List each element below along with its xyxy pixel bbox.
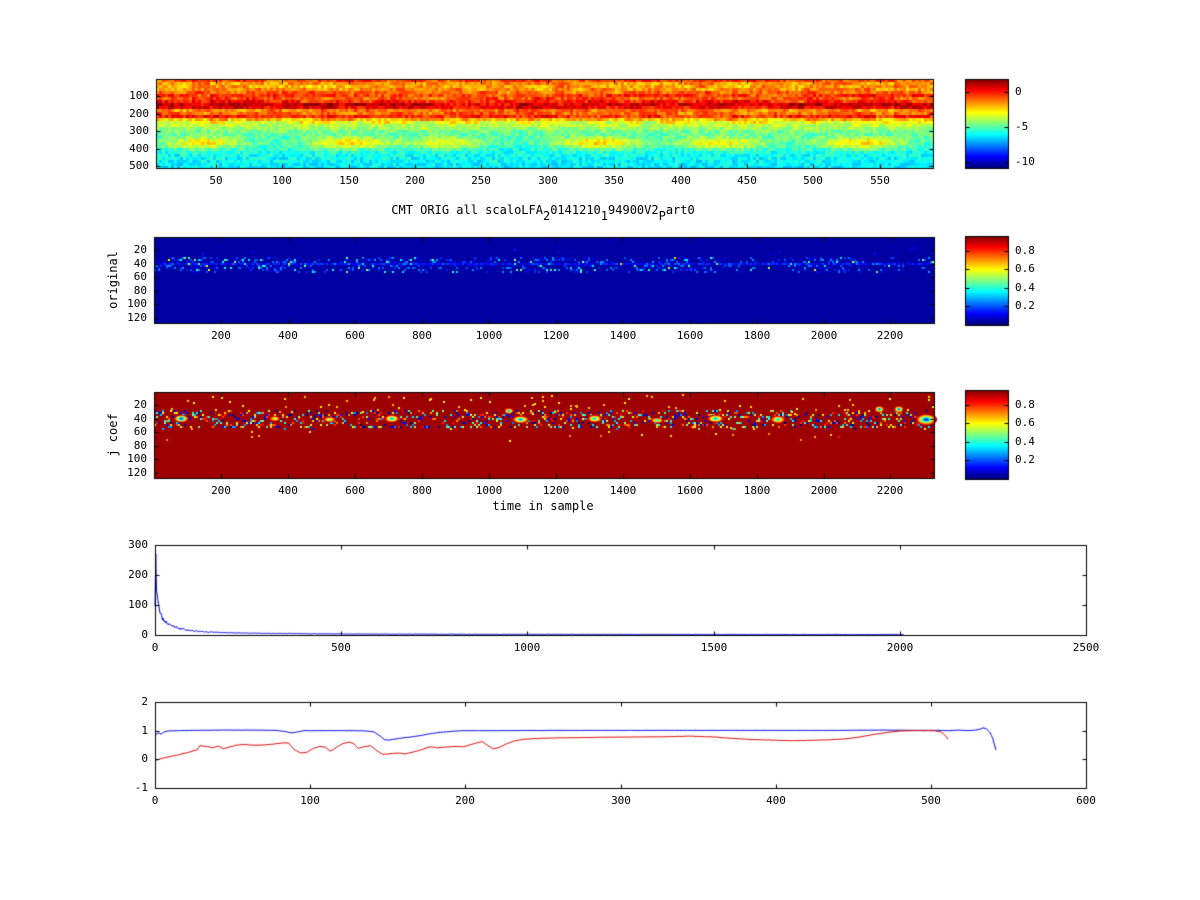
tick-label: 1600 (676, 329, 704, 342)
tick-label: 1800 (743, 484, 771, 497)
tick-label: 1400 (609, 329, 637, 342)
tick-label: 400 (278, 329, 298, 342)
tick-label: 600 (345, 484, 365, 497)
tick-label: 200 (405, 174, 425, 187)
tick-label: 2200 (876, 484, 904, 497)
tick-label: 60 (133, 425, 147, 438)
tick-label: 0 (1015, 85, 1022, 98)
tick-label: 1000 (475, 484, 503, 497)
title-segment: art0 (665, 203, 695, 217)
tick-label: -1 (134, 781, 148, 794)
tick-label: 1 (141, 724, 148, 737)
tick-label: 1400 (609, 484, 637, 497)
tick-label: 1800 (743, 329, 771, 342)
tick-label: 0.6 (1015, 416, 1035, 429)
title-segment: 94900V2 (608, 203, 659, 217)
tick-label: 800 (412, 329, 432, 342)
tick-label: 60 (133, 270, 147, 283)
tick-label: 500 (129, 159, 149, 172)
tick-label: 0 (141, 628, 148, 641)
tick-label: 1200 (542, 484, 570, 497)
tick-label: 1000 (475, 329, 503, 342)
tick-label: 2 (141, 695, 148, 708)
tick-label: 200 (455, 794, 475, 807)
tick-label: 100 (300, 794, 320, 807)
title-segment: 0141210 (550, 203, 601, 217)
title-segment: CMT ORIG all scaloLFA (391, 203, 543, 217)
tick-label: 200 (211, 484, 231, 497)
tick-label: 100 (127, 297, 147, 310)
tick-label: 0 (151, 641, 159, 654)
tick-label: 500 (803, 174, 823, 187)
tick-label: 50 (209, 174, 223, 187)
tick-label: 2000 (810, 329, 838, 342)
tick-label: 80 (133, 284, 147, 297)
tick-label: 400 (129, 142, 149, 155)
tick-label: 300 (129, 124, 149, 137)
tick-label: 200 (129, 107, 149, 120)
tick-label: 600 (1076, 794, 1096, 807)
tick-label: 300 (611, 794, 631, 807)
tick-label: 0 (141, 752, 148, 765)
tick-label: -5 (1015, 120, 1029, 133)
tick-label: 0 (151, 794, 159, 807)
tick-label: 20 (133, 243, 147, 256)
tick-label: 2500 (1072, 641, 1100, 654)
tick-label: 0.8 (1015, 398, 1035, 411)
tick-label: 450 (737, 174, 757, 187)
tick-label: 350 (604, 174, 624, 187)
tick-label: 100 (127, 452, 147, 465)
plots-canvas (0, 0, 1200, 900)
tick-label: 400 (766, 794, 786, 807)
tick-label: 0.6 (1015, 262, 1035, 275)
tick-label: 120 (127, 311, 147, 324)
tick-label: 400 (671, 174, 691, 187)
tick-label: 100 (128, 598, 148, 611)
tick-label: 40 (133, 412, 147, 425)
tick-label: 550 (870, 174, 890, 187)
tick-label: 2000 (886, 641, 914, 654)
tick-label: 1600 (676, 484, 704, 497)
tick-label: -10 (1015, 155, 1035, 168)
tick-label: 300 (128, 538, 148, 551)
tick-label: 100 (272, 174, 292, 187)
tick-label: 1200 (542, 329, 570, 342)
title-subscript: 1 (600, 209, 609, 223)
tick-label: 100 (129, 89, 149, 102)
tick-label: 250 (471, 174, 491, 187)
title-subscript: P (658, 209, 666, 223)
tick-label: 20 (133, 398, 147, 411)
tick-label: 2000 (810, 484, 838, 497)
tick-label: 0.2 (1015, 453, 1035, 466)
tick-label: 0.4 (1015, 281, 1035, 294)
tick-label: 1500 (700, 641, 728, 654)
tick-label: 0.2 (1015, 299, 1035, 312)
tick-label: 2200 (876, 329, 904, 342)
tick-label: 40 (133, 257, 147, 270)
tick-label: 200 (211, 329, 231, 342)
tick-label: 120 (127, 466, 147, 479)
matlab-figure: CMT ORIG all scaloLFA20141210194900V2Par… (0, 0, 1200, 900)
tick-label: 150 (339, 174, 359, 187)
tick-label: 0.4 (1015, 435, 1035, 448)
tick-label: 80 (133, 439, 147, 452)
tick-label: 800 (412, 484, 432, 497)
tick-label: 500 (921, 794, 941, 807)
tick-label: 500 (331, 641, 351, 654)
tick-label: 400 (278, 484, 298, 497)
tick-label: 1000 (513, 641, 541, 654)
tick-label: 300 (538, 174, 558, 187)
title-subscript: 2 (542, 209, 551, 223)
tick-label: 200 (128, 568, 148, 581)
plot-title: CMT ORIG all scaloLFA20141210194900V2Par… (391, 203, 695, 223)
tick-label: 600 (345, 329, 365, 342)
plot3-xlabel: time in sample (492, 499, 594, 513)
tick-label: 0.8 (1015, 244, 1035, 257)
